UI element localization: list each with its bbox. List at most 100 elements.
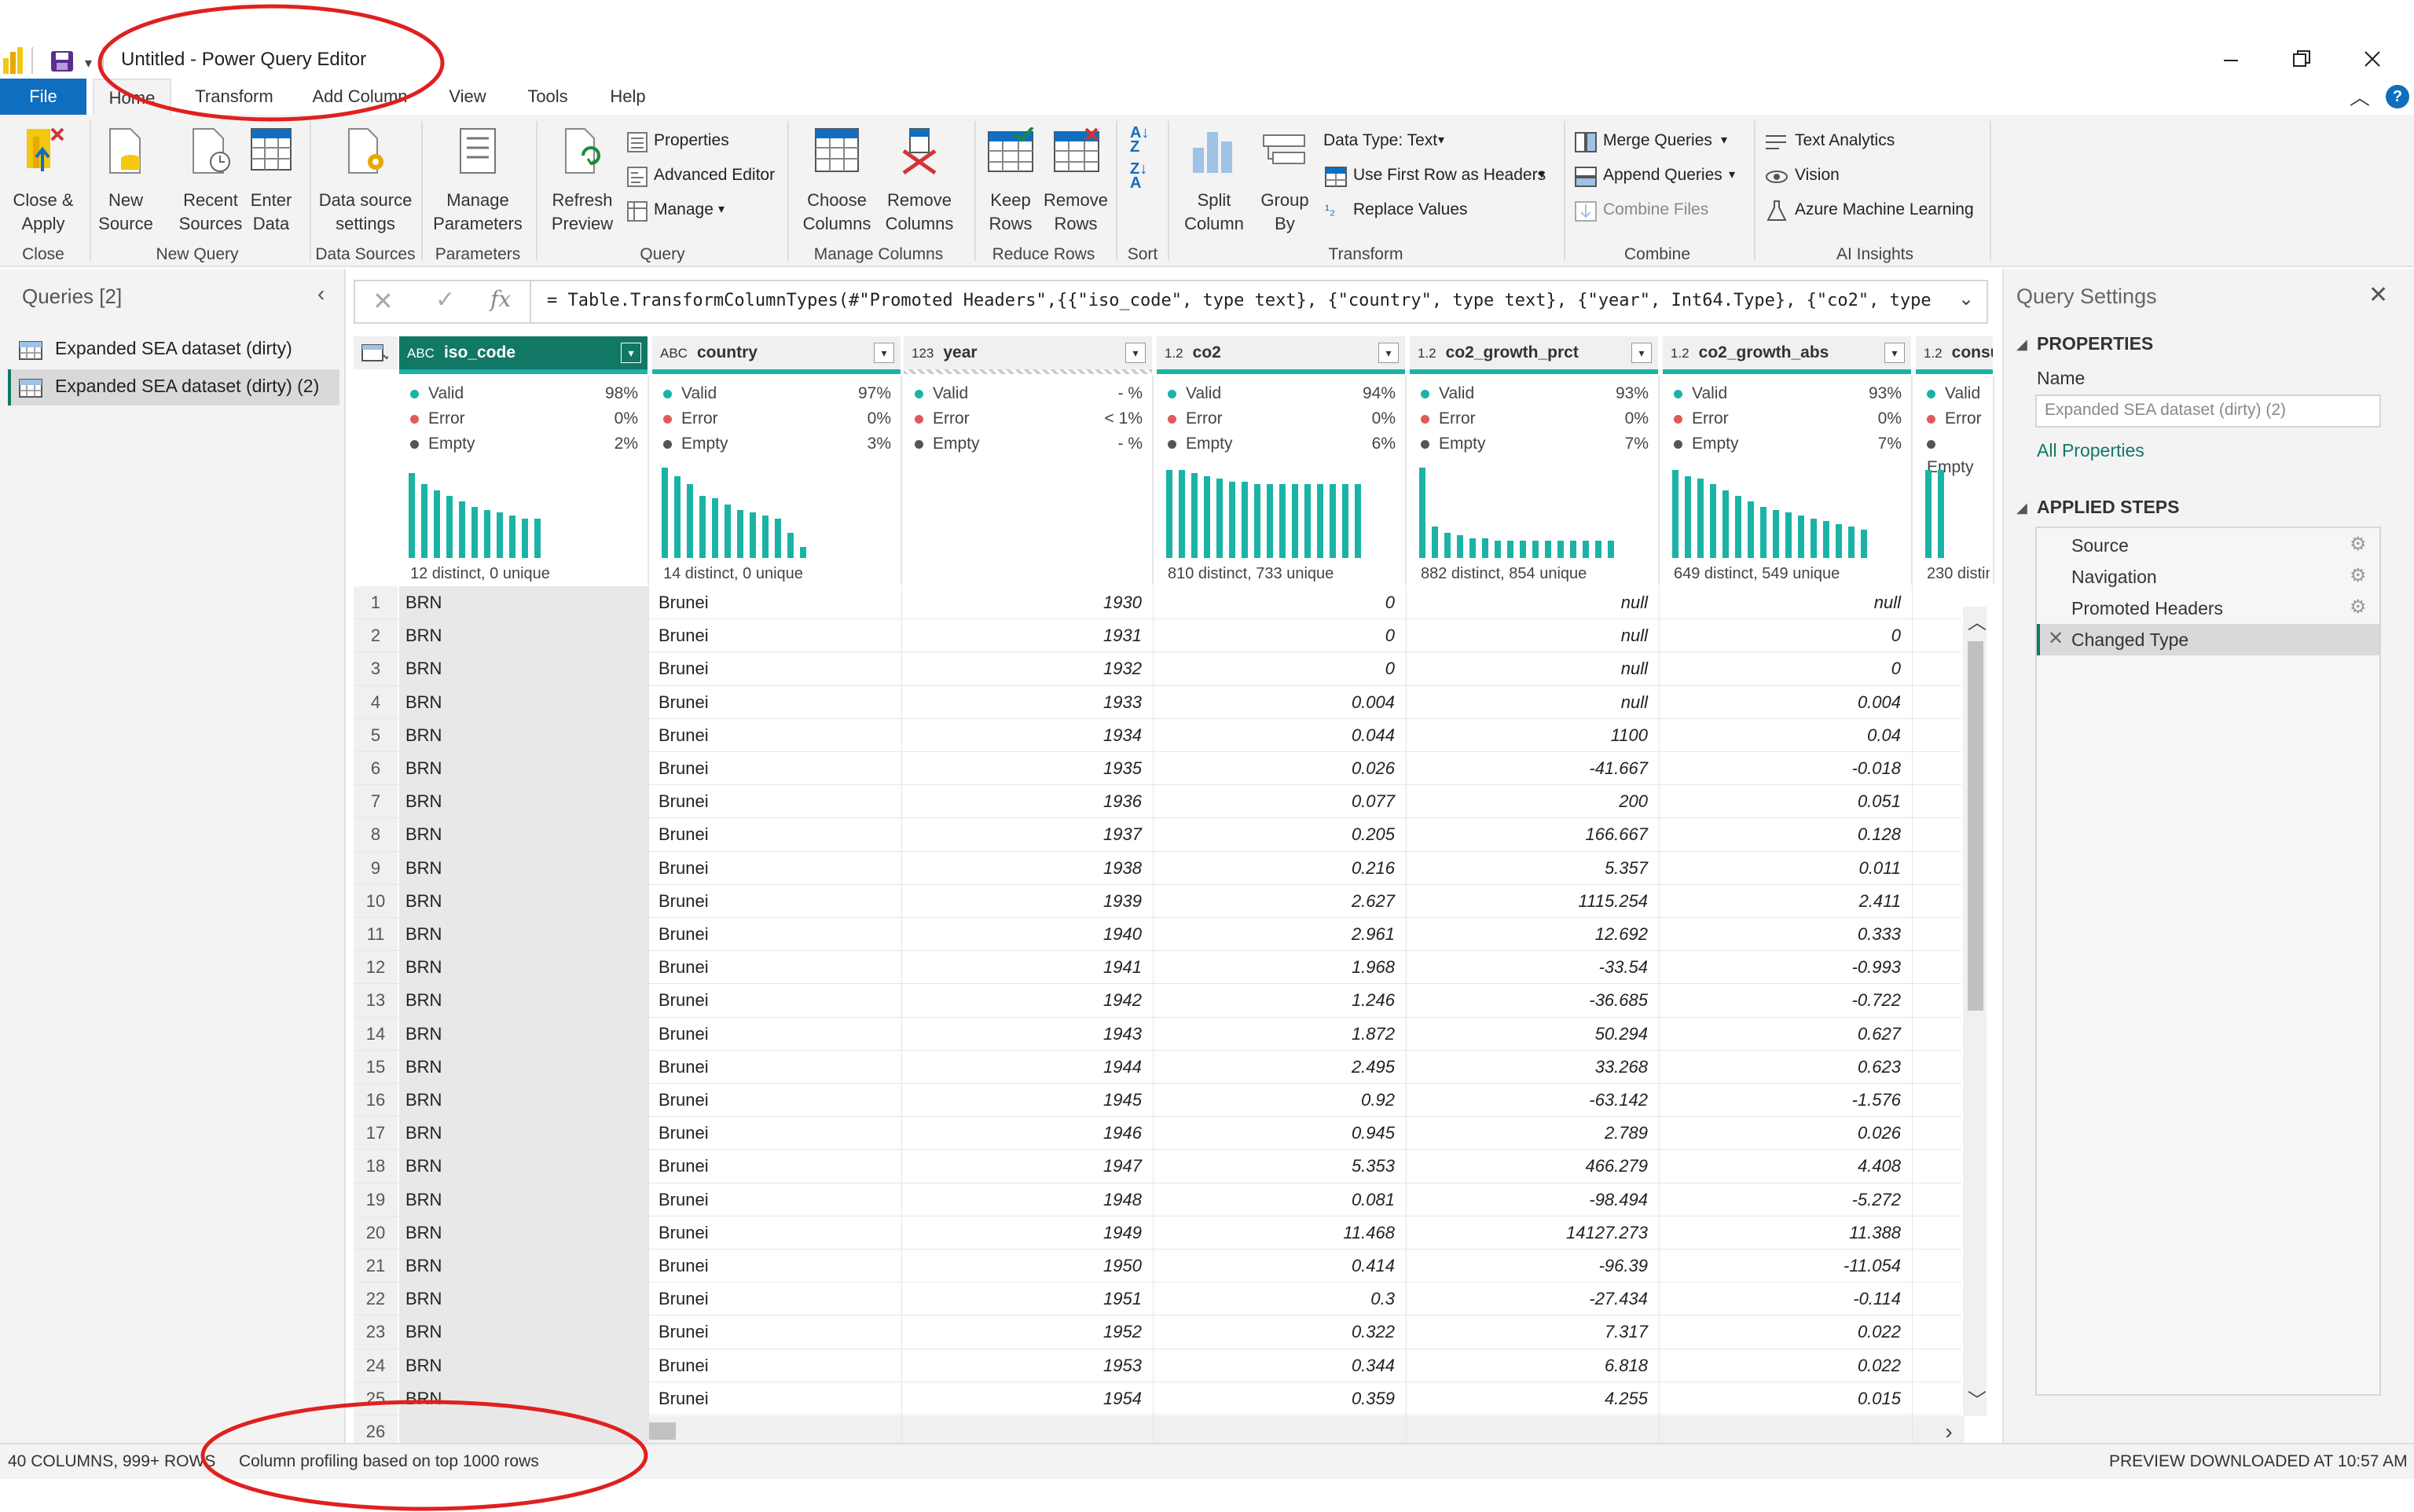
table-cell[interactable]: 50.294	[1410, 1017, 1660, 1051]
table-cell[interactable]: 1946	[904, 1117, 1154, 1151]
table-cell[interactable]: Brunei	[652, 1017, 902, 1051]
table-cell[interactable]: -0.018	[1663, 752, 1913, 785]
minimize-button[interactable]	[2214, 41, 2246, 77]
enter-data-button[interactable]: Enter Data	[244, 123, 299, 233]
table-cell[interactable]: 1.246	[1157, 984, 1407, 1018]
table-cell[interactable]: -1.576	[1663, 1084, 1913, 1117]
table-cell[interactable]: Brunei	[652, 818, 902, 852]
table-cell[interactable]: BRN	[399, 851, 649, 885]
column-header[interactable]: 1.2 co2_growth_prct ▾	[1410, 336, 1660, 369]
column-header[interactable]: ABC country ▾	[652, 336, 902, 369]
table-cell[interactable]: BRN	[399, 685, 649, 719]
table-cell[interactable]: 0.945	[1157, 1117, 1407, 1151]
table-cell[interactable]: 1933	[904, 685, 1154, 719]
column-filter-dropdown-icon[interactable]: ▾	[874, 343, 894, 363]
table-cell[interactable]: 0.044	[1157, 718, 1407, 752]
recent-sources-button[interactable]: Recent Sources	[171, 123, 250, 233]
table-cell[interactable]: BRN	[399, 1216, 649, 1250]
table-cell[interactable]: BRN	[399, 1150, 649, 1184]
table-cell[interactable]: Brunei	[652, 1283, 902, 1316]
table-cell[interactable]: BRN	[399, 951, 649, 985]
step-item[interactable]: Source ⚙	[2037, 530, 2379, 561]
table-cell[interactable]: null	[1410, 652, 1660, 686]
sort-descending-icon[interactable]: Z↓ A	[1130, 161, 1155, 191]
table-row[interactable]: 19 BRN Brunei 1948 0.081 -98.494 -5.272	[354, 1183, 1961, 1217]
gear-icon[interactable]: ⚙	[2350, 596, 2367, 618]
table-row[interactable]: 21 BRN Brunei 1950 0.414 -96.39 -11.054	[354, 1250, 1961, 1283]
all-properties-link[interactable]: All Properties	[2037, 440, 2144, 461]
table-cell[interactable]: BRN	[399, 1250, 649, 1283]
table-cell[interactable]: 5.357	[1410, 851, 1660, 885]
collapse-properties-icon[interactable]: ◢	[2016, 336, 2027, 353]
table-cell[interactable]: 0.92	[1157, 1084, 1407, 1117]
table-cell[interactable]: 166.667	[1410, 818, 1660, 852]
table-cell[interactable]: 1.872	[1157, 1017, 1407, 1051]
table-cell[interactable]: Brunei	[652, 918, 902, 951]
table-cell[interactable]: Brunei	[652, 1216, 902, 1250]
table-cell[interactable]: BRN	[399, 652, 649, 686]
table-cell[interactable]: 4.255	[1410, 1382, 1660, 1415]
table-cell[interactable]: BRN	[399, 918, 649, 951]
step-item[interactable]: Promoted Headers ⚙	[2037, 593, 2379, 624]
table-cell[interactable]: 0.216	[1157, 851, 1407, 885]
table-row[interactable]: 5 BRN Brunei 1934 0.044 1100 0.04	[354, 718, 1961, 752]
table-cell[interactable]: 0.322	[1157, 1316, 1407, 1349]
query-item[interactable]: Expanded SEA dataset (dirty)	[8, 332, 339, 368]
vertical-scroll-thumb[interactable]	[1968, 641, 1983, 1011]
table-cell[interactable]: Brunei	[652, 951, 902, 985]
table-cell[interactable]: 1953	[904, 1349, 1154, 1382]
table-cell[interactable]: 0.414	[1157, 1250, 1407, 1283]
table-cell[interactable]: null	[1663, 586, 1913, 619]
table-cell[interactable]: -5.272	[1663, 1183, 1913, 1217]
table-cell[interactable]: 1949	[904, 1216, 1154, 1250]
table-cell[interactable]: Brunei	[652, 1382, 902, 1415]
remove-columns-button[interactable]: Remove Columns	[875, 123, 963, 233]
table-cell[interactable]: -27.434	[1410, 1283, 1660, 1316]
table-cell[interactable]: 2.789	[1410, 1117, 1660, 1151]
column-type-icon[interactable]: 1.2	[1671, 346, 1689, 361]
column-filter-dropdown-icon[interactable]: ▾	[1378, 343, 1399, 363]
table-row[interactable]: 9 BRN Brunei 1938 0.216 5.357 0.011	[354, 851, 1961, 885]
table-row[interactable]: 24 BRN Brunei 1953 0.344 6.818 0.022	[354, 1349, 1961, 1382]
table-cell[interactable]: Brunei	[652, 1050, 902, 1084]
table-cell[interactable]: 5.353	[1157, 1150, 1407, 1184]
delete-step-icon[interactable]: ✕	[2048, 627, 2064, 650]
column-type-icon[interactable]: ABC	[660, 346, 688, 361]
table-menu-button[interactable]	[354, 336, 398, 369]
new-source-button[interactable]: New Source	[93, 123, 159, 233]
split-column-button[interactable]: Split Column	[1171, 123, 1257, 233]
table-cell[interactable]: 0.026	[1663, 1117, 1913, 1151]
table-cell[interactable]: 4.408	[1663, 1150, 1913, 1184]
table-cell[interactable]: 1930	[904, 586, 1154, 619]
table-cell[interactable]: 0.051	[1663, 785, 1913, 819]
table-cell[interactable]: BRN	[399, 619, 649, 653]
table-cell[interactable]: 0.3	[1157, 1283, 1407, 1316]
table-cell[interactable]: 466.279	[1410, 1150, 1660, 1184]
table-cell[interactable]: 7.317	[1410, 1316, 1660, 1349]
table-row[interactable]: 11 BRN Brunei 1940 2.961 12.692 0.333	[354, 918, 1961, 952]
table-cell[interactable]: 1100	[1410, 718, 1660, 752]
table-cell[interactable]: 0.623	[1663, 1050, 1913, 1084]
formula-input[interactable]: = Table.TransformColumnTypes(#"Promoted …	[547, 291, 1938, 310]
table-row[interactable]: 6 BRN Brunei 1935 0.026 -41.667 -0.018	[354, 752, 1961, 786]
close-window-button[interactable]	[2356, 41, 2387, 77]
table-cell[interactable]: 2.411	[1663, 884, 1913, 918]
table-cell[interactable]: Brunei	[652, 984, 902, 1018]
fx-icon[interactable]: fx	[490, 286, 511, 312]
file-tab[interactable]: File	[0, 79, 86, 115]
table-row[interactable]: 10 BRN Brunei 1939 2.627 1115.254 2.411	[354, 884, 1961, 918]
table-cell[interactable]: 0.015	[1663, 1382, 1913, 1415]
column-type-icon[interactable]: 1.2	[1165, 346, 1183, 361]
column-type-icon[interactable]: 1.2	[1924, 346, 1943, 361]
table-cell[interactable]: -96.39	[1410, 1250, 1660, 1283]
table-cell[interactable]: Brunei	[652, 718, 902, 752]
table-cell[interactable]: 0	[1157, 652, 1407, 686]
table-cell[interactable]: BRN	[399, 1084, 649, 1117]
table-cell[interactable]: 0.081	[1157, 1183, 1407, 1217]
table-row[interactable]: 1 BRN Brunei 1930 0 null null	[354, 586, 1961, 620]
column-filter-dropdown-icon[interactable]: ▾	[1884, 343, 1905, 363]
table-row[interactable]: 8 BRN Brunei 1937 0.205 166.667 0.128	[354, 818, 1961, 852]
table-row[interactable]: 13 BRN Brunei 1942 1.246 -36.685 -0.722	[354, 984, 1961, 1018]
column-type-icon[interactable]: 1.2	[1418, 346, 1436, 361]
table-cell[interactable]: 0	[1663, 619, 1913, 653]
